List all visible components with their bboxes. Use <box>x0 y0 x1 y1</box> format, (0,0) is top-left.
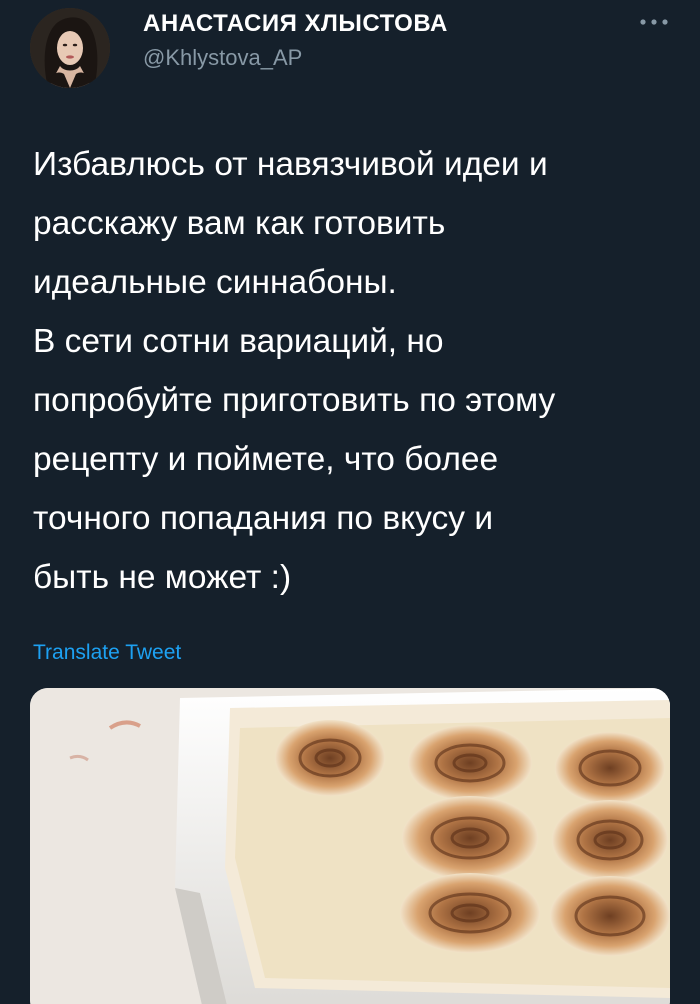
avatar[interactable] <box>30 8 110 88</box>
author-handle[interactable]: @Khlystova_AP <box>143 45 302 71</box>
translate-tweet-link[interactable]: Translate Tweet <box>33 641 181 665</box>
profile-photo-icon <box>30 8 110 88</box>
tweet-text: Избавлюсь от навязчивой идеи и расскажу … <box>33 146 556 596</box>
author-display-name[interactable]: АНАСТАСИЯ ХЛЫСТОВА <box>143 10 448 38</box>
cinnamon-rolls-photo-icon <box>30 688 670 1004</box>
more-dots-icon[interactable] <box>638 12 670 32</box>
tweet-image[interactable] <box>30 688 670 1004</box>
